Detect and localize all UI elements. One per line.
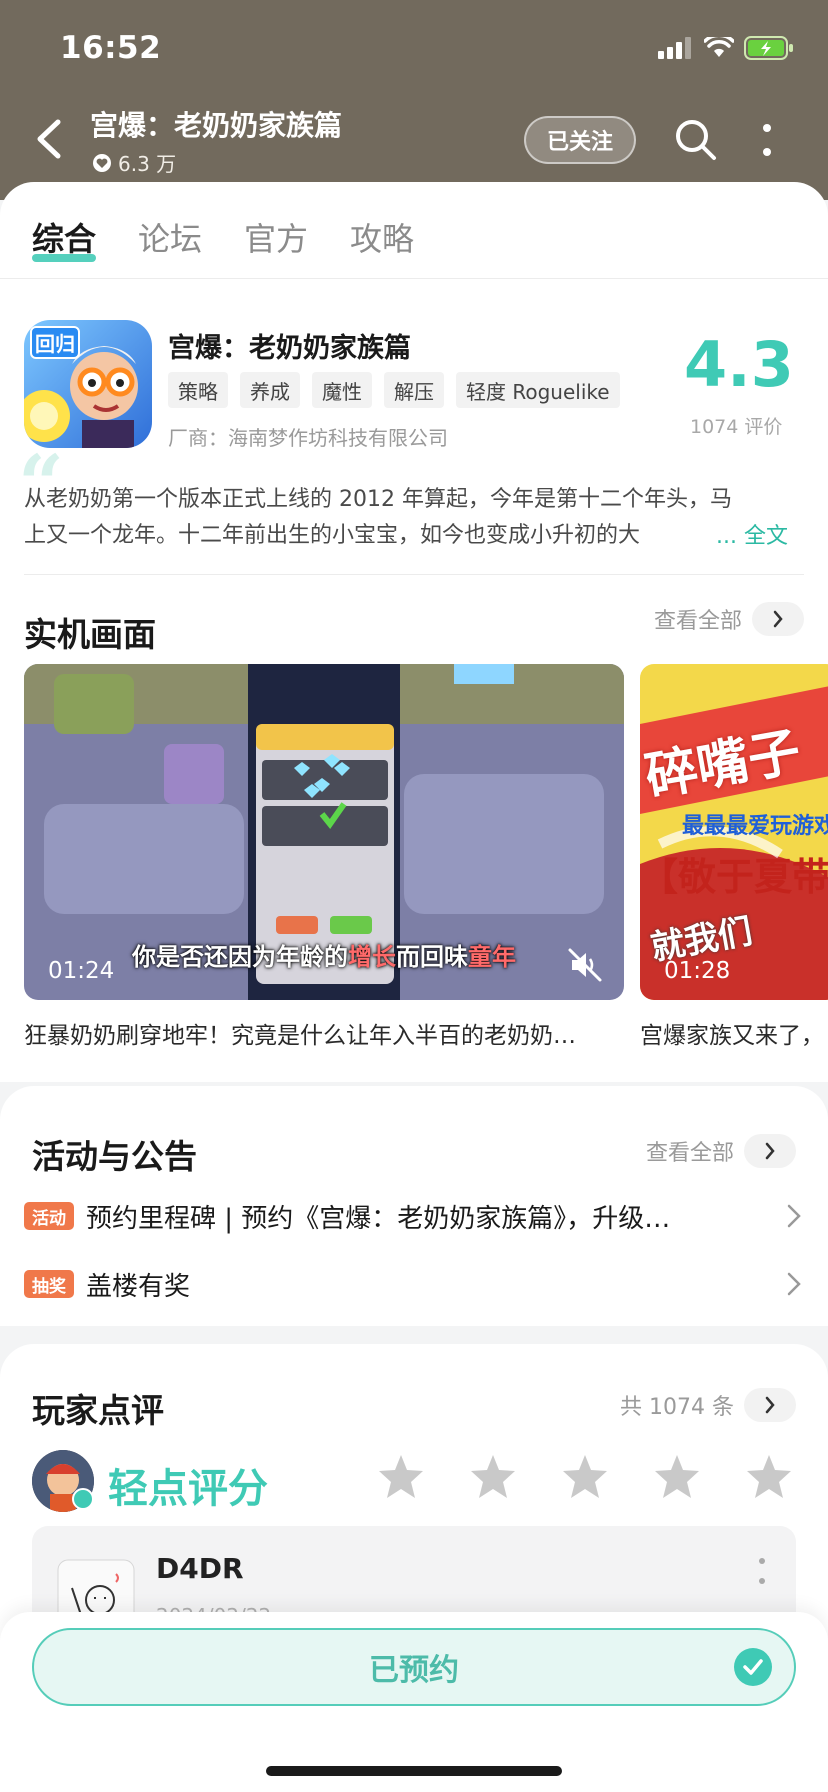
- follow-button[interactable]: 已关注: [524, 116, 636, 164]
- activity-item[interactable]: 抽奖 盖楼有奖: [24, 1264, 804, 1304]
- activity-text: 盖楼有奖: [86, 1271, 191, 1302]
- follower-count: 6.3 万: [92, 148, 176, 177]
- star-icon[interactable]: [560, 1452, 610, 1502]
- tag-list: 策略 养成 魔性 解压 轻度 Roguelike: [168, 372, 620, 408]
- check-icon: [734, 1648, 772, 1686]
- video-caption-2[interactable]: 宫爆家族又来了，: [640, 1016, 828, 1050]
- chevron-right-icon: [744, 1134, 796, 1168]
- rating-stars: [376, 1452, 794, 1502]
- tag-item[interactable]: 策略: [168, 372, 228, 408]
- tag-item[interactable]: 解压: [384, 372, 444, 408]
- status-bar: 16:52: [0, 28, 828, 72]
- video-overlay-text-3: 【敬于夏带: [640, 855, 828, 899]
- reviews-total: 共 1074 条: [620, 1395, 734, 1420]
- activity-item[interactable]: 活动 预约里程碑 | 预约《宫爆：老奶奶家族篇》，升级…: [24, 1196, 804, 1236]
- video-card-2[interactable]: 碎嘴子 最最最爱玩游戏 【敬于夏带 就我们 01:28: [640, 664, 828, 1000]
- back-icon[interactable]: [28, 114, 70, 164]
- chevron-right-icon: [787, 1204, 801, 1228]
- view-all-label: 查看全部: [645, 1141, 734, 1166]
- screens-view-all[interactable]: 查看全部: [654, 602, 804, 636]
- wifi-icon: [704, 37, 734, 57]
- tag-item[interactable]: 轻度 Roguelike: [456, 372, 620, 408]
- reserved-label: 已预约: [369, 1653, 459, 1688]
- status-icons: [658, 36, 794, 60]
- view-all-label: 查看全部: [653, 609, 742, 634]
- rating-score: 4.3: [684, 328, 794, 401]
- reviews-title: 玩家点评: [32, 1391, 164, 1430]
- tab-divider: [0, 278, 828, 279]
- video-card-1[interactable]: 你是否还因为年龄的增长而回味童年 01:24: [24, 664, 624, 1000]
- activities-view-all[interactable]: 查看全部: [646, 1134, 796, 1168]
- description-line-1: 从老奶奶第一个版本正式上线的 2012 年算起，今年是第十二个年头，马: [24, 487, 732, 512]
- developer-name: 厂商：海南梦作坊科技有限公司: [168, 426, 448, 450]
- game-description[interactable]: 从老奶奶第一个版本正式上线的 2012 年算起，今年是第十二个年头，马 上又一个…: [24, 482, 800, 554]
- reviews-view-all[interactable]: 共 1074 条: [620, 1388, 796, 1422]
- lottery-badge: 抽奖: [24, 1270, 74, 1298]
- more-icon[interactable]: [758, 1556, 766, 1586]
- star-icon[interactable]: [468, 1452, 518, 1502]
- chevron-right-icon: [744, 1388, 796, 1422]
- screens-title: 实机画面: [24, 615, 156, 654]
- tag-item[interactable]: 养成: [240, 372, 300, 408]
- read-more-link[interactable]: ... 全文: [716, 518, 788, 550]
- heart-icon: [93, 153, 111, 172]
- search-icon[interactable]: [672, 116, 720, 164]
- video-duration: 01:24: [48, 958, 115, 984]
- star-icon[interactable]: [744, 1452, 794, 1502]
- tap-to-rate-label: 轻点评分: [108, 1466, 268, 1512]
- description-line-2: 上又一个龙年。十二年前出生的小宝宝，如今也变成小升初的大: [24, 523, 641, 548]
- app-name: 宫爆：老奶奶家族篇: [168, 333, 411, 364]
- activity-badge: 活动: [24, 1202, 74, 1230]
- active-tab-indicator: [32, 254, 96, 262]
- header-title: 宫爆：老奶奶家族篇: [90, 109, 343, 142]
- home-indicator: [266, 1766, 562, 1776]
- video-duration: 01:28: [664, 958, 731, 984]
- signal-icon: [658, 37, 691, 59]
- section-divider: [24, 574, 804, 575]
- verified-icon: [72, 1488, 94, 1510]
- rating-count: 1074 评价: [690, 416, 783, 438]
- video-caption-1[interactable]: 狂暴奶奶刷穿地牢！究竟是什么让年入半百的老奶奶…: [24, 1016, 624, 1050]
- star-icon[interactable]: [376, 1452, 426, 1502]
- reviewer-name: D4DR: [156, 1552, 244, 1585]
- mute-icon[interactable]: [566, 946, 604, 984]
- follower-count-text: 6.3 万: [118, 152, 177, 176]
- tab-bar: 综合 论坛 官方 攻略: [0, 214, 828, 278]
- activity-text: 预约里程碑 | 预约《宫爆：老奶奶家族篇》，升级…: [86, 1203, 671, 1234]
- reserved-button[interactable]: 已预约: [32, 1628, 796, 1706]
- tab-official[interactable]: 官方: [244, 214, 308, 260]
- tab-forum[interactable]: 论坛: [138, 214, 202, 260]
- chevron-right-icon: [787, 1272, 801, 1296]
- app-icon-label: 回归: [30, 326, 80, 359]
- video-overlay-text-2: 最最最爱玩游戏: [682, 814, 828, 839]
- tag-item[interactable]: 魔性: [312, 372, 372, 408]
- status-time: 16:52: [60, 30, 162, 66]
- nav-row: 宫爆：老奶奶家族篇 6.3 万 已关注: [0, 98, 828, 182]
- activities-title: 活动与公告: [32, 1137, 197, 1176]
- star-icon[interactable]: [652, 1452, 702, 1502]
- app-icon[interactable]: 回归: [24, 320, 152, 448]
- tab-guide[interactable]: 攻略: [350, 214, 414, 260]
- battery-icon: [744, 36, 793, 60]
- more-icon[interactable]: [752, 116, 782, 164]
- chevron-right-icon: [752, 602, 804, 636]
